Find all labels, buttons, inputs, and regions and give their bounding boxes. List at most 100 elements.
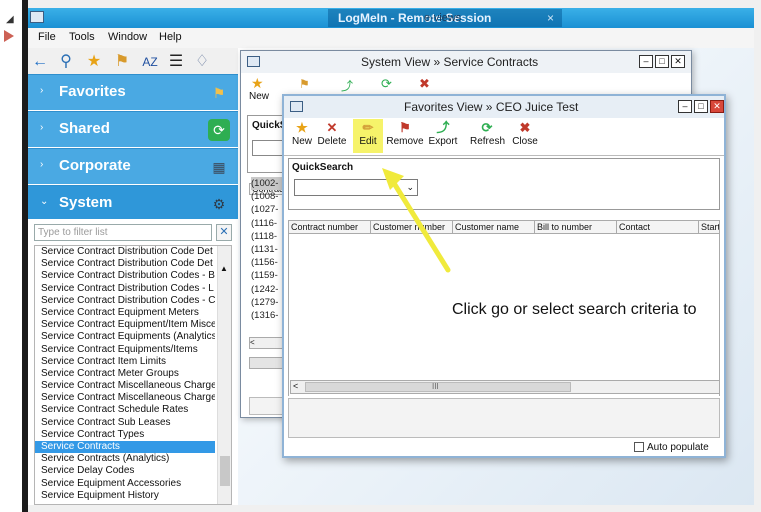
close-button[interactable]: ✕ — [710, 100, 724, 113]
nav-list-item[interactable]: Service Contract Schedule Rates — [35, 404, 215, 416]
nav-list-item[interactable]: Service Contract Types — [35, 429, 215, 441]
list-icon[interactable]: ☰ — [166, 52, 186, 72]
refresh-button[interactable]: ⟳ Refresh — [470, 120, 505, 147]
cursor-arrow-icon: ◢ — [6, 14, 14, 25]
title-bar: LogMeIn - Remote Session × e-views — [28, 8, 754, 28]
favorites-view-titlebar: Favorites View » CEO Juice Test – □ ✕ — [284, 96, 724, 118]
close-button[interactable]: ✕ — [671, 55, 685, 68]
bookmark-icon[interactable]: ⚑ — [112, 52, 132, 72]
chevron-right-icon: › — [40, 159, 44, 170]
new-label: New — [291, 136, 312, 147]
export-icon: ⤴ — [436, 120, 450, 135]
nav-list-item[interactable]: Service Contract Item Limits — [35, 356, 215, 368]
nav-list-item[interactable]: Service Contract Equipment Meters — [35, 307, 215, 319]
app-icon — [30, 11, 44, 23]
quicksearch-select[interactable]: ⌄ — [294, 179, 418, 196]
menu-file[interactable]: File — [38, 31, 56, 43]
menu-tools[interactable]: Tools — [69, 31, 95, 43]
clear-filter-icon[interactable]: ✕ — [216, 224, 232, 241]
navigation-list[interactable]: Service Contract Distribution Code Det Se… — [34, 245, 232, 505]
auto-populate-label: Auto populate — [647, 442, 709, 453]
nav-list-item[interactable]: Service Contract Distribution Code Det — [35, 258, 215, 270]
nav-list-item[interactable]: Service Equipment History — [35, 490, 215, 502]
delete-button[interactable]: ✕ Delete — [316, 120, 348, 147]
nav-list-item[interactable]: Service Contracts (Analytics) — [35, 453, 215, 465]
nav-list-item[interactable]: Service Contract Distribution Codes - B — [35, 270, 215, 282]
application-window: LogMeIn - Remote Session × e-views File … — [28, 8, 754, 505]
column-customer-name[interactable]: Customer name — [453, 221, 535, 233]
nav-list-item[interactable]: Service Contract Miscellaneous Charge — [35, 392, 215, 404]
nav-list-item[interactable]: Service Contract Meter Groups — [35, 368, 215, 380]
nav-list-item[interactable]: Service Contract Distribution Codes - C — [35, 295, 215, 307]
close-circle-icon[interactable]: ✖ — [419, 76, 430, 92]
red-marker-icon — [4, 30, 14, 42]
edit-button[interactable]: ✏ Edit — [354, 120, 382, 147]
nav-list-item[interactable]: Service Contract Equipments/Items — [35, 344, 215, 356]
search-icon[interactable]: ⚲ — [56, 52, 76, 72]
auto-populate-checkbox[interactable]: Auto populate — [634, 442, 709, 453]
new-button[interactable]: New — [249, 91, 269, 102]
export-icon[interactable]: ⤴ — [341, 77, 353, 94]
nav-section-favorites[interactable]: › Favorites ⚑ — [28, 74, 238, 110]
scroll-grip: III — [432, 382, 439, 391]
column-customer-number[interactable]: Customer number — [371, 221, 453, 233]
nav-list-item[interactable]: Service Contract Sub Leases — [35, 417, 215, 429]
share-icon: ⟳ — [208, 119, 230, 141]
scroll-thumb[interactable] — [220, 456, 230, 486]
new-button[interactable]: ★ New — [290, 120, 314, 147]
new-star-icon[interactable]: ★ — [251, 75, 264, 92]
pencil-icon: ✏ — [362, 120, 374, 135]
nav-list-item[interactable]: Service Contract Distribution Codes - L — [35, 283, 215, 295]
bookmark-icon: ⚑ — [212, 85, 226, 101]
close-label: Close — [512, 136, 538, 147]
nav-section-corporate[interactable]: › Corporate ▦ — [28, 148, 238, 184]
scroll-left-icon[interactable]: < — [293, 381, 298, 391]
column-contract-number[interactable]: Contract number — [289, 221, 371, 233]
scroll-up-icon[interactable]: ▲ — [220, 264, 228, 273]
nav-list-item[interactable]: Service Delay Codes — [35, 465, 215, 477]
column-contact[interactable]: Contact — [617, 221, 699, 233]
minimize-button[interactable]: – — [639, 55, 653, 68]
column-bill-to-number[interactable]: Bill to number — [535, 221, 617, 233]
nav-section-label: Corporate — [59, 157, 131, 174]
star-icon[interactable]: ★ — [84, 52, 104, 72]
minimize-button[interactable]: – — [678, 100, 692, 113]
nav-list-item[interactable]: Service Contract Equipment/Item Misce — [35, 319, 215, 331]
checkbox-icon[interactable] — [634, 442, 644, 453]
vertical-scrollbar[interactable]: ▲ — [217, 246, 231, 504]
nav-section-system[interactable]: ⌄ System ⚙ — [28, 185, 238, 219]
export-button[interactable]: ⤴ Export — [428, 120, 458, 147]
remove-icon[interactable]: ⚑ — [299, 77, 310, 91]
system-view-titlebar: System View » Service Contracts – □ ✕ — [241, 51, 691, 73]
scroll-thumb[interactable]: III — [305, 382, 571, 392]
nav-section-label: System — [59, 194, 113, 211]
building-icon: ▦ — [212, 159, 226, 175]
horizontal-scrollbar[interactable]: < III — [290, 380, 720, 394]
refresh-icon: ⟳ — [481, 120, 493, 135]
refresh-icon[interactable]: ⟳ — [381, 76, 392, 92]
system-view-title: System View » Service Contracts — [361, 55, 539, 69]
nav-section-shared[interactable]: › Shared ⟳ — [28, 111, 238, 147]
sort-az-icon[interactable]: AZ — [140, 52, 160, 72]
filter-input[interactable]: Type to filter list — [34, 224, 212, 241]
chevron-right-icon: › — [40, 122, 44, 133]
back-arrow-icon[interactable]: ← — [30, 52, 50, 72]
menu-window[interactable]: Window — [108, 31, 147, 43]
nav-list-item[interactable]: Service Contract Distribution Code Det — [35, 246, 215, 258]
chevron-down-icon: ⌄ — [406, 182, 414, 192]
maximize-button[interactable]: □ — [655, 55, 669, 68]
nav-list-item[interactable]: Service Contract Equipments (Analytics — [35, 331, 215, 343]
tag-icon[interactable]: ♢ — [192, 52, 212, 72]
remove-button[interactable]: ⚑ Remove — [386, 120, 424, 147]
nav-list-item[interactable]: Service Equipment Accessories — [35, 478, 215, 490]
column-start[interactable]: Start — [699, 221, 719, 233]
nav-list-item[interactable]: Service Contracts — [35, 441, 215, 454]
maximize-button[interactable]: □ — [694, 100, 708, 113]
nav-list-item[interactable]: Service Contract Miscellaneous Charge — [35, 380, 215, 392]
banner-close-icon[interactable]: × — [547, 9, 554, 27]
menu-help[interactable]: Help — [159, 31, 182, 43]
navigation-items: Service Contract Distribution Code Det Se… — [35, 246, 231, 502]
remote-session-title: LogMeIn - Remote Session — [338, 11, 492, 25]
close-tool-button[interactable]: ✖ Close — [510, 120, 540, 147]
favorites-toolbar: ★ New ✕ Delete ✏ Edit ⚑ Remove ⤴ Export … — [284, 118, 724, 156]
